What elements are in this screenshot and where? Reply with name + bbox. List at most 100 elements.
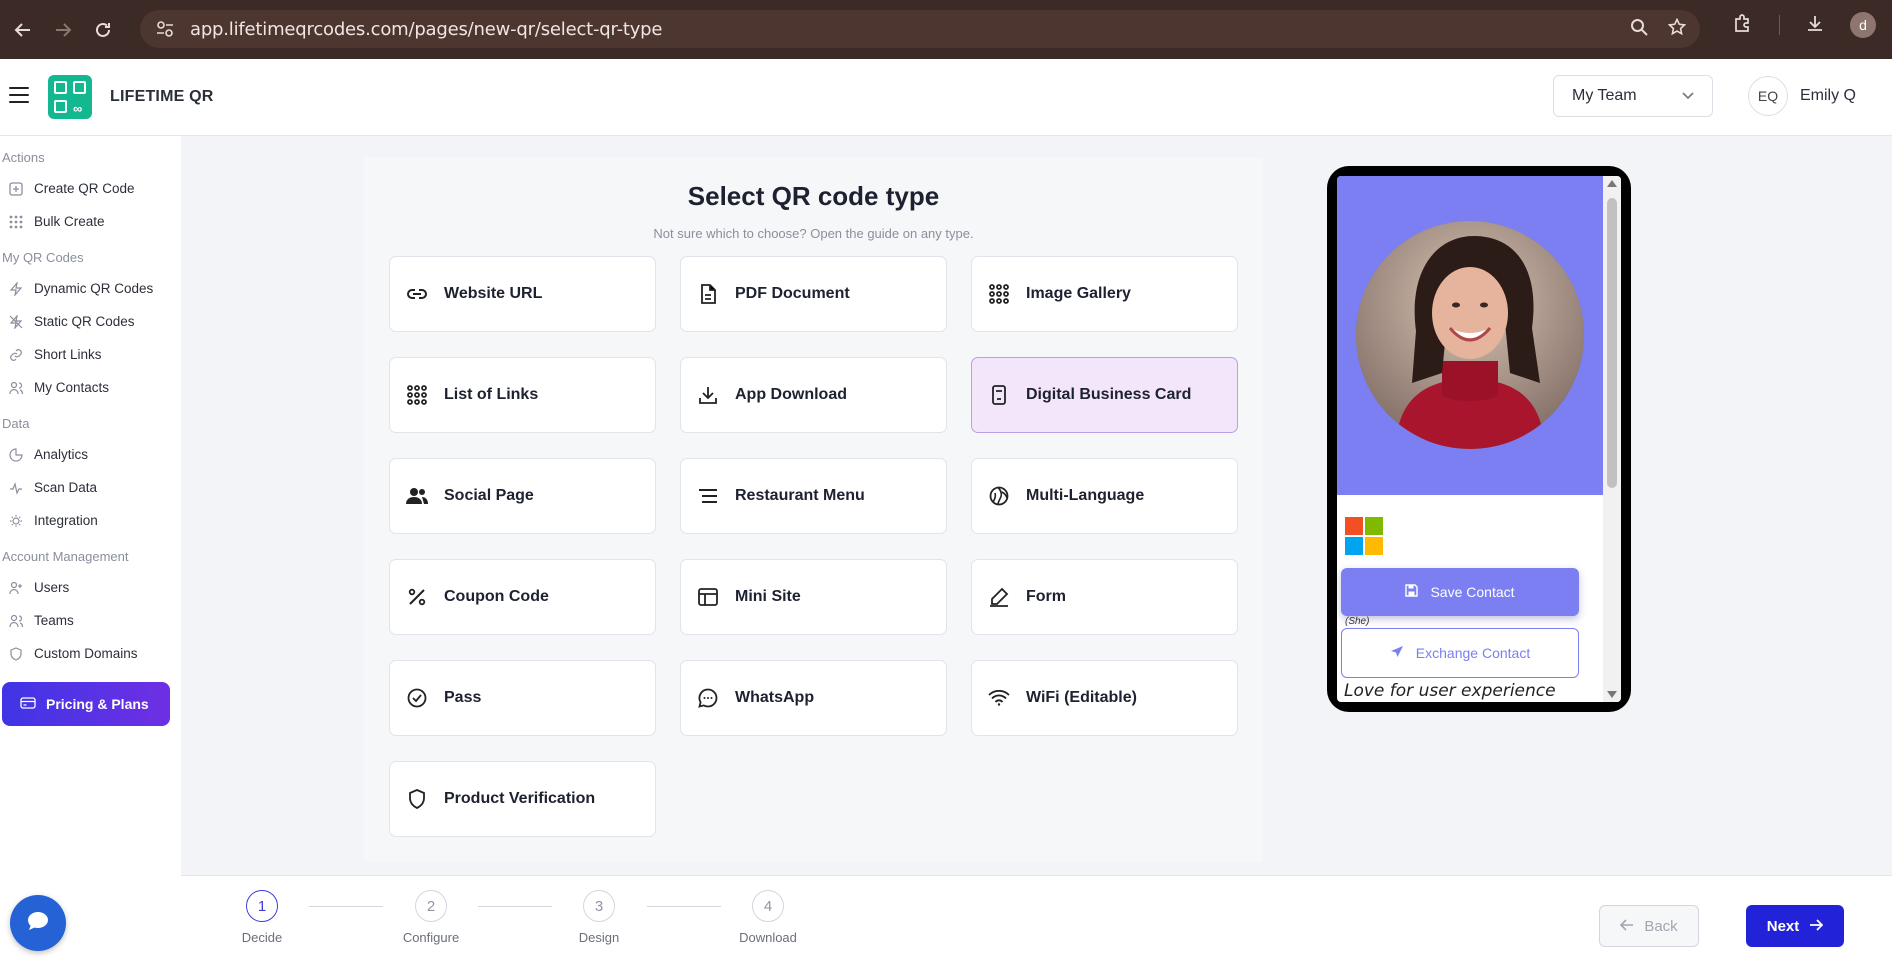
sidebar-item-my-contacts[interactable]: My Contacts bbox=[0, 371, 181, 404]
sidebar-item-label: Integration bbox=[34, 513, 98, 528]
sidebar-item-label: Dynamic QR Codes bbox=[34, 281, 154, 296]
grid-dots-icon bbox=[988, 283, 1010, 305]
user-name[interactable]: Emily Q bbox=[1800, 87, 1856, 105]
profile-avatar[interactable]: d bbox=[1850, 12, 1876, 38]
qr-type-image-gallery[interactable]: Image Gallery bbox=[971, 256, 1238, 332]
file-icon bbox=[697, 283, 719, 305]
qr-type-pass[interactable]: Pass bbox=[389, 660, 656, 736]
scroll-thumb[interactable] bbox=[1607, 198, 1617, 488]
company-logo-icon bbox=[1345, 517, 1383, 555]
brand-name: LIFETIME QR bbox=[110, 88, 214, 105]
menu-toggle-icon[interactable] bbox=[9, 87, 29, 103]
step-connector bbox=[647, 906, 721, 907]
sidebar-item-short-links[interactable]: Short Links bbox=[0, 338, 181, 371]
bookmark-star-icon[interactable] bbox=[1667, 17, 1687, 41]
scroll-down-icon[interactable] bbox=[1607, 691, 1617, 698]
browser-window-icon bbox=[697, 586, 719, 608]
qr-type-label: Website URL bbox=[444, 285, 543, 302]
step-configure[interactable]: 2 Configure bbox=[396, 890, 466, 945]
sidebar-item-bulk-create[interactable]: Bulk Create bbox=[0, 205, 181, 238]
qr-type-social-page[interactable]: Social Page bbox=[389, 458, 656, 534]
step-decide[interactable]: 1 Decide bbox=[227, 890, 297, 945]
qr-type-product-verification[interactable]: Product Verification bbox=[389, 761, 656, 837]
pricing-plans-button[interactable]: Pricing & Plans bbox=[2, 682, 170, 726]
sidebar-item-teams[interactable]: Teams bbox=[0, 604, 181, 637]
qr-type-label: Mini Site bbox=[735, 588, 801, 605]
qr-type-wifi[interactable]: WiFi (Editable) bbox=[971, 660, 1238, 736]
qr-type-coupon-code[interactable]: Coupon Code bbox=[389, 559, 656, 635]
chat-bubble-icon bbox=[27, 911, 49, 936]
user-avatar[interactable]: EQ bbox=[1748, 76, 1788, 116]
qr-type-label: Multi-Language bbox=[1026, 487, 1145, 504]
sidebar-item-scan-data[interactable]: Scan Data bbox=[0, 471, 181, 504]
address-bar[interactable]: app.lifetimeqrcodes.com/pages/new-qr/sel… bbox=[140, 10, 1700, 48]
save-contact-button[interactable]: Save Contact bbox=[1341, 568, 1579, 616]
qr-type-form[interactable]: Form bbox=[971, 559, 1238, 635]
arrow-right-icon bbox=[1809, 918, 1824, 935]
qr-type-label: WiFi (Editable) bbox=[1026, 689, 1137, 706]
users-icon bbox=[8, 380, 24, 396]
grid-dots-icon bbox=[8, 214, 24, 230]
sidebar-section-actions: Actions Create QR Code Bulk Create bbox=[0, 144, 181, 238]
preview-scrollbar[interactable] bbox=[1603, 176, 1621, 702]
qr-type-digital-business-card[interactable]: Digital Business Card bbox=[971, 357, 1238, 433]
qr-type-restaurant-menu[interactable]: Restaurant Menu bbox=[680, 458, 947, 534]
sidebar-item-static-qr[interactable]: Static QR Codes bbox=[0, 305, 181, 338]
scroll-up-icon[interactable] bbox=[1607, 180, 1617, 187]
brand-logo-icon[interactable]: ∞ bbox=[48, 75, 92, 119]
downloads-icon[interactable] bbox=[1806, 14, 1824, 37]
site-settings-icon[interactable] bbox=[154, 21, 176, 37]
sidebar: Actions Create QR Code Bulk Create My QR… bbox=[0, 136, 181, 967]
step-design[interactable]: 3 Design bbox=[564, 890, 634, 945]
page-title: Select QR code type bbox=[687, 181, 940, 211]
sidebar-section-title: Actions bbox=[2, 150, 45, 165]
link-icon bbox=[8, 347, 24, 363]
sidebar-item-label: Users bbox=[34, 580, 70, 595]
url-text[interactable]: app.lifetimeqrcodes.com/pages/new-qr/sel… bbox=[190, 19, 662, 40]
team-select[interactable]: My Team bbox=[1553, 75, 1713, 117]
qr-type-label: Product Verification bbox=[444, 790, 596, 807]
wifi-icon bbox=[988, 687, 1010, 709]
qr-type-label: List of Links bbox=[444, 386, 539, 403]
qr-type-label: Digital Business Card bbox=[1026, 386, 1192, 403]
page-subtitle: Not sure which to choose? Open the guide… bbox=[653, 226, 974, 241]
qr-type-whatsapp[interactable]: WhatsApp bbox=[680, 660, 947, 736]
step-number: 3 bbox=[583, 890, 615, 922]
step-download[interactable]: 4 Download bbox=[733, 890, 803, 945]
app-header: ∞ LIFETIME QR My Team EQ Emily Q bbox=[0, 59, 1892, 136]
qr-type-app-download[interactable]: App Download bbox=[680, 357, 947, 433]
sidebar-item-create-qr[interactable]: Create QR Code bbox=[0, 172, 181, 205]
sidebar-item-analytics[interactable]: Analytics bbox=[0, 438, 181, 471]
sidebar-section-account: Account Management Users Teams Custom Do… bbox=[0, 543, 181, 670]
qr-type-multi-language[interactable]: Multi-Language bbox=[971, 458, 1238, 534]
qr-type-mini-site[interactable]: Mini Site bbox=[680, 559, 947, 635]
next-button[interactable]: Next bbox=[1746, 905, 1844, 947]
qr-type-label: PDF Document bbox=[735, 285, 850, 302]
credit-card-icon bbox=[20, 696, 36, 712]
sidebar-item-custom-domains[interactable]: Custom Domains bbox=[0, 637, 181, 670]
zoom-icon[interactable] bbox=[1630, 18, 1648, 41]
sidebar-item-dynamic-qr[interactable]: Dynamic QR Codes bbox=[0, 272, 181, 305]
browser-reload-icon[interactable] bbox=[86, 13, 120, 47]
sidebar-section-title: My QR Codes bbox=[2, 250, 84, 265]
browser-back-icon[interactable] bbox=[6, 13, 40, 47]
phone-screen: Save Contact (She) Exchange Contact Love… bbox=[1337, 176, 1621, 702]
browser-forward-icon[interactable] bbox=[46, 13, 80, 47]
sidebar-item-users[interactable]: Users bbox=[0, 571, 181, 604]
qr-type-list-of-links[interactable]: List of Links bbox=[389, 357, 656, 433]
qr-type-pdf-document[interactable]: PDF Document bbox=[680, 256, 947, 332]
arrow-left-icon bbox=[1620, 918, 1634, 935]
extensions-icon[interactable] bbox=[1733, 13, 1753, 38]
qr-type-website-url[interactable]: Website URL bbox=[389, 256, 656, 332]
link-icon bbox=[406, 283, 428, 305]
chat-support-button[interactable] bbox=[10, 895, 66, 951]
sidebar-item-integration[interactable]: Integration bbox=[0, 504, 181, 537]
sidebar-item-label: Analytics bbox=[34, 447, 89, 462]
browser-toolbar: app.lifetimeqrcodes.com/pages/new-qr/sel… bbox=[0, 0, 1892, 59]
step-connector bbox=[478, 906, 552, 907]
shield-icon bbox=[8, 646, 24, 662]
pronoun-text: (She) bbox=[1345, 616, 1370, 627]
back-button[interactable]: Back bbox=[1599, 905, 1699, 947]
user-menu[interactable]: EQ Emily Q bbox=[1748, 76, 1856, 116]
exchange-contact-button[interactable]: Exchange Contact bbox=[1341, 628, 1579, 678]
